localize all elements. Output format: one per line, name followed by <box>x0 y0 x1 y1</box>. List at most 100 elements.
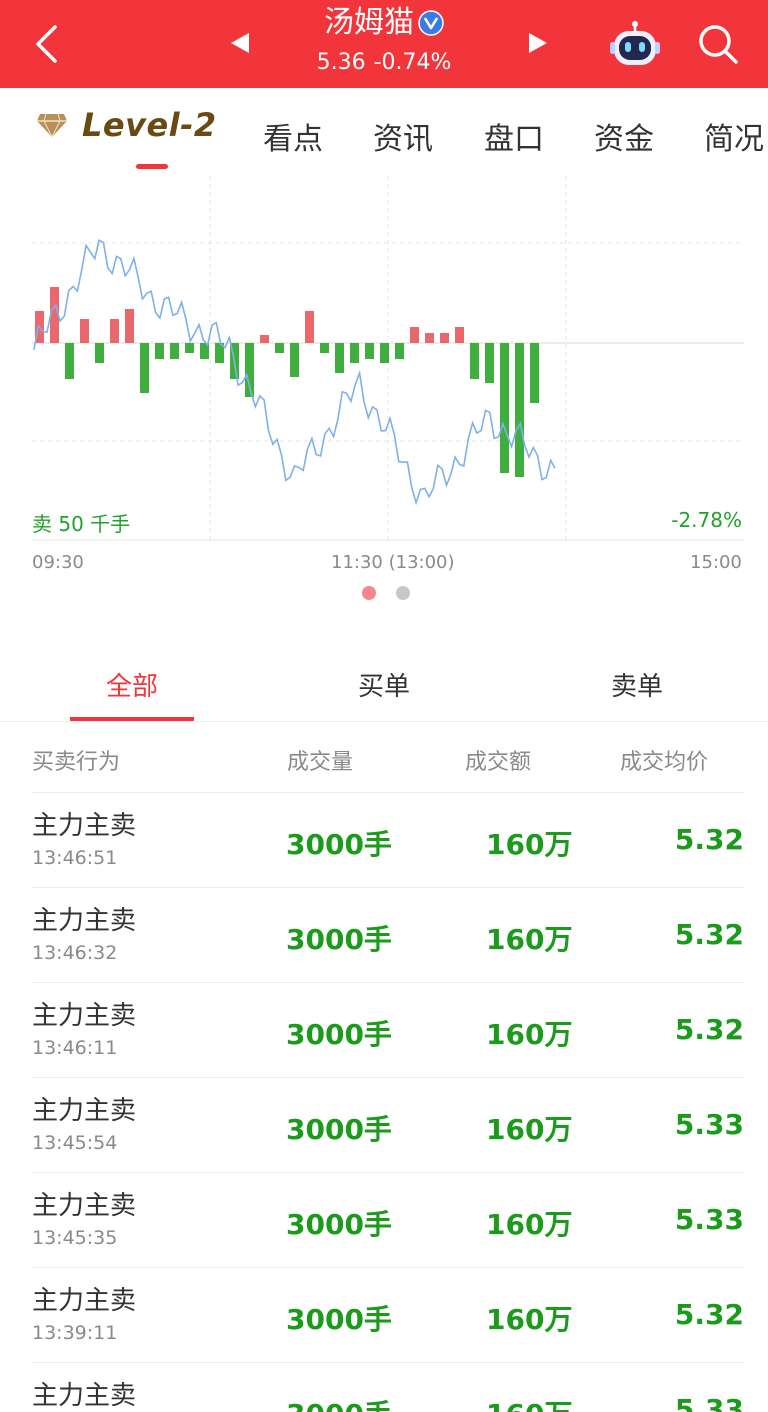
trade-price: 5.32 <box>674 1013 744 1046</box>
buy-bar <box>440 333 449 343</box>
sell-bar <box>290 343 299 377</box>
table-row[interactable]: 主力主卖 13:46:51 3000手 160万 5.32 <box>32 792 744 887</box>
trades-table-header: 买卖行为 成交量 成交额 成交均价 <box>0 722 768 792</box>
trade-volume: 3000手 <box>286 1208 392 1241</box>
trade-volume: 3000手 <box>286 1393 392 1412</box>
trade-amount: 160万 <box>486 1303 573 1336</box>
assistant-robot-button[interactable] <box>610 20 660 70</box>
table-row[interactable]: 主力主卖 13:39:11 3000手 160万 5.32 <box>32 1267 744 1362</box>
sell-bar <box>155 343 164 359</box>
page-dot-inactive[interactable] <box>396 586 410 600</box>
sell-bar <box>95 343 104 363</box>
trade-volume: 3000手 <box>286 1113 392 1146</box>
trades-table: 主力主卖 13:46:51 3000手 160万 5.32 主力主卖 13:46… <box>0 792 768 1412</box>
active-tab-indicator <box>136 164 168 169</box>
min-pct-label: -2.78% <box>671 508 742 532</box>
intraday-chart[interactable]: 卖 50 千手 -2.78% 09:30 11:30 (13:00) 15:00 <box>0 170 768 610</box>
back-arrow-icon <box>36 25 57 63</box>
table-row[interactable]: 主力主卖 13:45:54 3000手 160万 5.33 <box>32 1077 744 1172</box>
header-action: 买卖行为 <box>32 750 121 775</box>
trade-filter-tabs: 全部 买单 卖单 <box>0 650 768 722</box>
trade-price: 5.33 <box>674 1108 744 1141</box>
header-volume: 成交量 <box>287 750 354 775</box>
page-dot-active[interactable] <box>362 586 376 600</box>
trade-action: 主力主卖 <box>32 1286 137 1316</box>
tab-level2[interactable]: Level-2 <box>36 106 217 144</box>
sell-bar <box>275 343 284 353</box>
sell-bar <box>185 343 194 353</box>
sell-bar <box>65 343 74 379</box>
trade-action: 主力主卖 <box>32 1096 137 1126</box>
trade-volume: 3000手 <box>286 828 392 861</box>
sell-bar <box>485 343 494 383</box>
trade-time: 13:46:11 <box>32 1037 118 1059</box>
tab-orderbook[interactable]: 盘口 <box>484 114 544 158</box>
sell-bar <box>140 343 149 393</box>
tab-overview[interactable]: 简况 <box>704 114 764 158</box>
trade-price: 5.33 <box>674 1203 744 1236</box>
stock-change-pct: -0.74% <box>373 50 452 75</box>
trade-time: 13:46:32 <box>32 942 118 964</box>
prev-stock-button[interactable] <box>229 31 251 59</box>
trade-time: 13:46:51 <box>32 847 118 869</box>
back-button[interactable] <box>24 22 68 66</box>
x-label-mid: 11:30 (13:00) <box>331 552 455 573</box>
trade-volume: 3000手 <box>286 923 392 956</box>
next-stock-button[interactable] <box>527 31 549 59</box>
search-button[interactable] <box>696 22 740 66</box>
subtab-all[interactable]: 全部 <box>106 666 158 703</box>
chart-bars <box>35 287 539 477</box>
subtab-indicator <box>70 717 194 721</box>
trade-amount: 160万 <box>486 1113 573 1146</box>
trade-price: 5.32 <box>674 1298 744 1331</box>
sell-bar <box>530 343 539 403</box>
stock-tabs: Level-2 看点 资讯 盘口 资金 简况 <box>0 88 768 170</box>
search-icon <box>699 25 738 64</box>
tab-news[interactable]: 资讯 <box>373 114 433 158</box>
trade-action: 主力主卖 <box>32 1381 137 1411</box>
sell-volume-label: 卖 50 千手 <box>32 512 131 536</box>
robot-icon <box>610 21 660 65</box>
buy-bar <box>455 327 464 343</box>
subtab-buy[interactable]: 买单 <box>358 666 410 703</box>
table-row[interactable]: 主力主卖 13:46:11 3000手 160万 5.32 <box>32 982 744 1077</box>
trade-amount: 160万 <box>486 1018 573 1051</box>
sell-bar <box>500 343 509 473</box>
trade-action: 主力主卖 <box>32 906 137 936</box>
trade-amount: 160万 <box>486 923 573 956</box>
trade-amount: 160万 <box>486 1393 572 1412</box>
header-amount: 成交额 <box>465 750 532 775</box>
tab-highlights[interactable]: 看点 <box>263 114 323 158</box>
sell-bar <box>365 343 374 359</box>
buy-bar <box>80 319 89 343</box>
tab-capital[interactable]: 资金 <box>594 114 654 158</box>
table-row[interactable]: 主力主卖 13:46:32 3000手 160万 5.32 <box>32 887 744 982</box>
table-row[interactable]: 主力主卖 13:45:35 3000手 160万 5.33 <box>32 1172 744 1267</box>
trade-price: 5.32 <box>674 823 744 856</box>
sell-bar <box>170 343 179 359</box>
stock-name: 汤姆猫 <box>324 5 414 40</box>
buy-bar <box>260 335 269 343</box>
sell-bar <box>470 343 479 379</box>
trade-time: 13:45:54 <box>32 1132 118 1154</box>
sell-bar <box>515 343 524 477</box>
trade-price: 5.33 <box>674 1393 744 1412</box>
buy-bar <box>425 333 434 343</box>
chart-page-indicator[interactable] <box>362 586 410 600</box>
stock-price: 5.36 <box>316 50 366 75</box>
subtab-sell[interactable]: 卖单 <box>611 666 663 703</box>
level2-label: Level-2 <box>82 106 217 144</box>
trade-action: 主力主卖 <box>32 1191 137 1221</box>
trade-amount: 160万 <box>486 828 573 861</box>
x-label-close: 15:00 <box>690 552 742 573</box>
stock-title-block: 汤姆猫 5.36 -0.74% <box>284 4 484 78</box>
sell-bar <box>320 343 329 353</box>
buy-bar <box>110 319 119 343</box>
trade-time: 13:45:35 <box>32 1227 118 1249</box>
buy-bar <box>305 311 314 343</box>
sell-bar <box>380 343 389 363</box>
stock-header: 汤姆猫 5.36 -0.74% <box>0 0 768 88</box>
table-row[interactable]: 主力主卖 3000手 160万 5.33 <box>32 1362 744 1412</box>
trade-action: 主力主卖 <box>32 1001 137 1031</box>
sell-bar <box>350 343 359 363</box>
